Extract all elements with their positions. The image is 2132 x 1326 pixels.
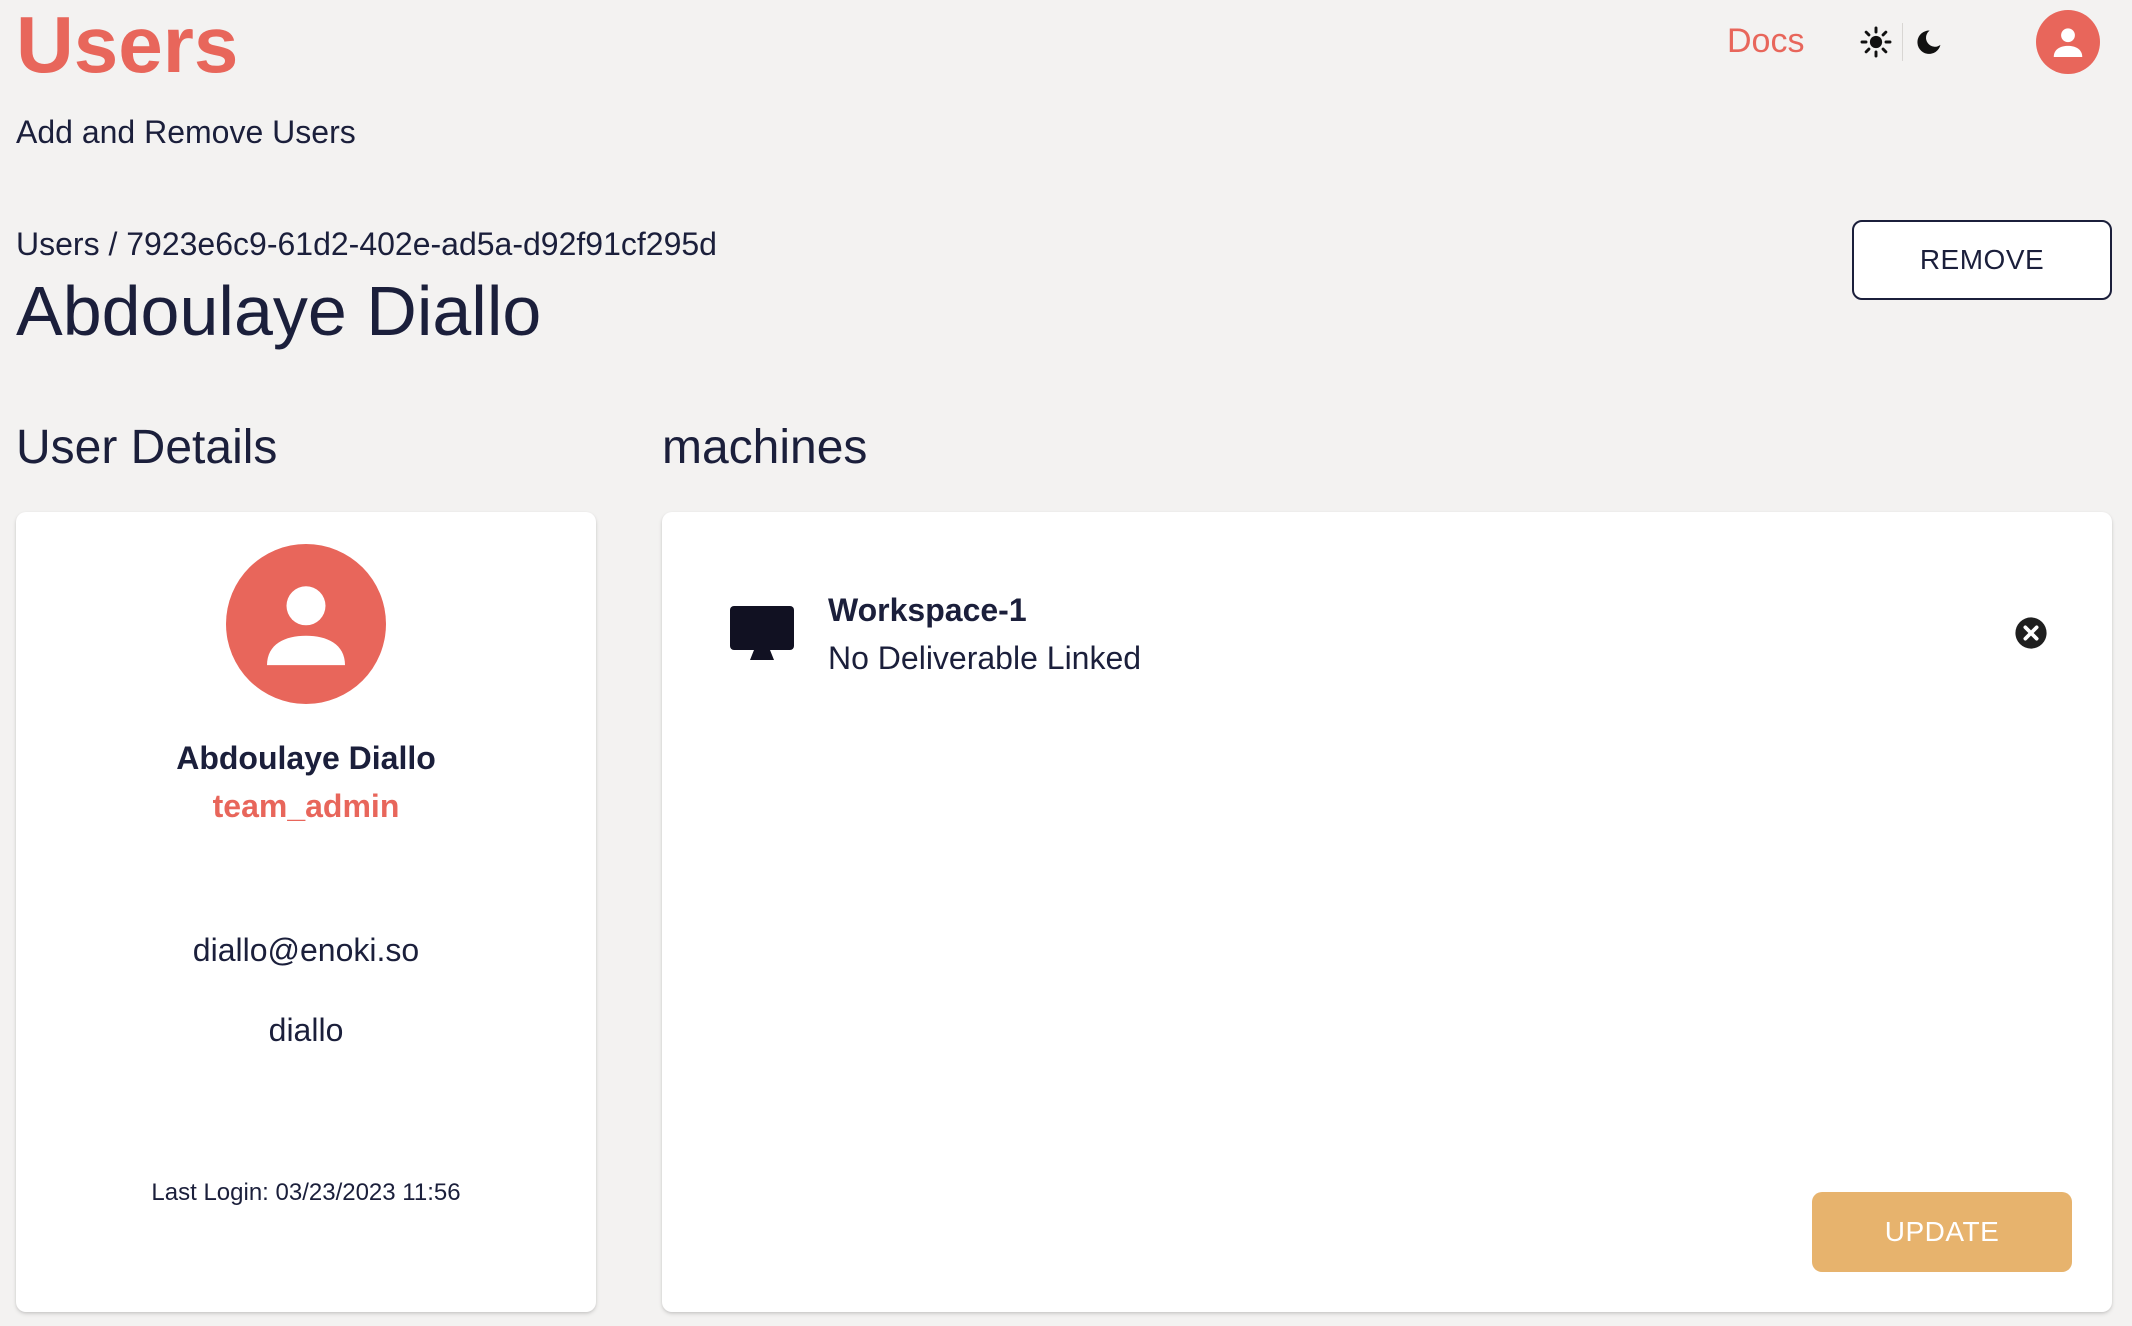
list-item: Workspace-1 No Deliverable Linked [718, 572, 2058, 676]
account-icon [2053, 28, 2083, 57]
docs-link[interactable]: Docs [1727, 20, 1804, 62]
sun-icon [1860, 26, 1892, 58]
breadcrumb-separator: / [99, 226, 127, 262]
last-login: Last Login: 03/23/2023 11:56 [151, 1179, 461, 1206]
user-details-card: Abdoulaye Diallo team_admin diallo@enoki… [16, 512, 596, 1312]
user-role: team_admin [212, 788, 400, 824]
breadcrumb-users-link[interactable]: Users [16, 226, 100, 262]
monitor-icon [730, 606, 794, 660]
close-circle-icon[interactable] [2014, 616, 2048, 650]
moon-icon [1917, 30, 1941, 54]
page-subtitle: Add and Remove Users [16, 114, 356, 150]
machines-heading: machines [662, 421, 868, 474]
dark-mode-button[interactable] [1903, 20, 1955, 64]
theme-toggle [1850, 20, 1958, 64]
update-button[interactable]: UPDATE [1812, 1192, 2072, 1272]
user-username: diallo [268, 1012, 344, 1048]
person-icon [267, 586, 345, 666]
light-mode-button[interactable] [1850, 20, 1902, 64]
breadcrumb-current: 7923e6c9-61d2-402e-ad5a-d92f91cf295d [126, 226, 717, 262]
user-name: Abdoulaye Diallo [176, 740, 436, 776]
page-title: Users [16, 0, 239, 89]
user-title: Abdoulaye Diallo [16, 272, 542, 350]
remove-button[interactable]: REMOVE [1852, 220, 2112, 300]
machine-status: No Deliverable Linked [828, 640, 1142, 676]
user-email: diallo@enoki.so [192, 932, 420, 968]
avatar [226, 544, 386, 704]
machines-card: Workspace-1 No Deliverable Linked UPDATE [662, 512, 2112, 1312]
breadcrumb: Users / 7923e6c9-61d2-402e-ad5a-d92f91cf… [16, 224, 717, 264]
user-details-heading: User Details [16, 421, 278, 474]
machine-name: Workspace-1 [828, 592, 1027, 628]
account-button[interactable] [2036, 10, 2100, 74]
